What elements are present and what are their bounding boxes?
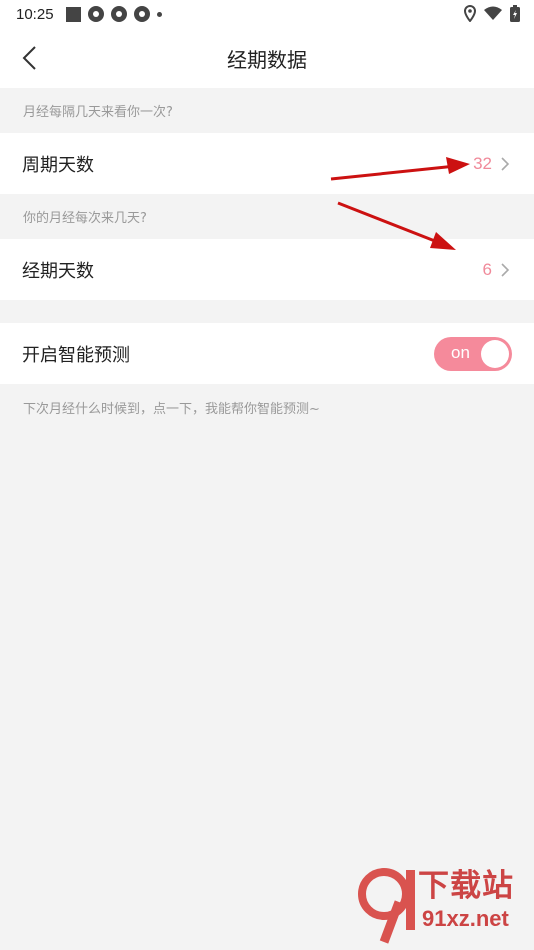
smart-prediction-row: 开启智能预测 on: [0, 323, 534, 384]
chevron-right-icon: [501, 156, 510, 171]
period-days-value: 6: [482, 259, 492, 279]
notification-square-icon: [65, 6, 81, 22]
prediction-footer-hint: 下次月经什么时候到，点一下，我能帮你智能预测~: [23, 402, 320, 417]
smart-prediction-toggle[interactable]: on: [434, 336, 512, 371]
location-icon: [464, 5, 476, 22]
nav-bar: 经期数据: [0, 28, 534, 88]
watermark-emblem-icon: [358, 868, 415, 944]
smart-prediction-label: 开启智能预测: [22, 344, 130, 366]
aperture-icon: [133, 6, 150, 22]
battery-icon: [510, 5, 520, 22]
toggle-knob: [481, 339, 509, 368]
more-dot-icon: [156, 11, 162, 17]
page-title: 经期数据: [227, 47, 307, 72]
status-bar: 10:25: [0, 0, 534, 28]
back-arrow-icon[interactable]: [16, 43, 46, 73]
toggle-on-text: on: [451, 342, 470, 362]
status-time: 10:25: [16, 5, 54, 23]
watermark-logo: 下载站 91xz.net: [354, 858, 534, 950]
aperture-icon: [87, 6, 104, 22]
notification-icons: [65, 6, 162, 22]
wifi-icon: [484, 6, 502, 20]
period-hint: 你的月经每次来几天?: [23, 211, 147, 226]
watermark-url: 91xz.net: [422, 906, 509, 931]
period-days-row[interactable]: 经期天数 6: [0, 239, 534, 300]
cycle-days-value: 32: [473, 153, 492, 173]
cycle-days-label: 周期天数: [22, 154, 94, 176]
cycle-days-row[interactable]: 周期天数 32: [0, 133, 534, 194]
period-days-label: 经期天数: [22, 260, 94, 282]
chevron-right-icon: [501, 262, 510, 277]
watermark-brand: 下载站: [418, 868, 514, 904]
system-icons: [464, 5, 520, 22]
aperture-icon: [110, 6, 127, 22]
cycle-hint: 月经每隔几天来看你一次?: [23, 105, 173, 120]
